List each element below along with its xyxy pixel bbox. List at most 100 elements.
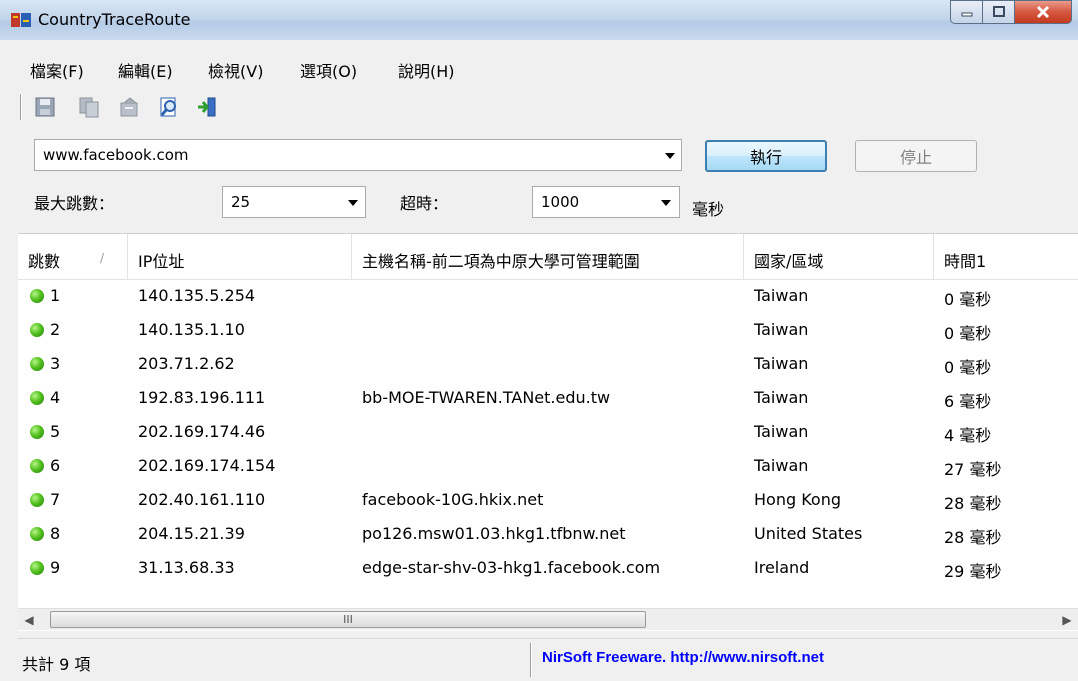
cell-country: Taiwan [754,320,809,339]
status-separator [530,643,532,677]
exit-icon[interactable] [196,96,218,118]
save-icon[interactable] [34,96,56,118]
timeout-combo[interactable]: 1000 [532,186,680,218]
status-ok-icon [30,459,44,473]
item-count: 共計 9 項 [22,655,91,674]
table-row[interactable]: 1 140.135.5.254 Taiwan 0 毫秒 [18,280,1078,314]
cell-hop: 1 [50,286,61,305]
status-ok-icon [30,425,44,439]
cell-ip: 203.71.2.62 [138,354,235,373]
cell-host: facebook-10G.hkix.net [362,490,544,509]
table-row[interactable]: 4 192.83.196.111 bb-MOE-TWAREN.TANet.edu.t… [18,382,1078,416]
cell-country: Ireland [754,558,810,577]
maximize-icon [992,6,1005,17]
table-row[interactable]: 2 140.135.1.10 Taiwan 0 毫秒 [18,314,1078,348]
cell-country: Taiwan [754,388,809,407]
scroll-right-button[interactable]: ▶ [1056,609,1078,631]
app-icon [11,13,31,27]
maximize-button[interactable] [982,0,1014,24]
table-row[interactable]: 8 204.15.21.39 po126.msw01.03.hkg1.tfbnw.n… [18,518,1078,552]
cell-country: Taiwan [754,354,809,373]
chevron-down-icon[interactable] [348,200,358,206]
column-header-hop[interactable]: 跳數 / [18,234,128,280]
cell-country: Taiwan [754,456,809,475]
cell-time1: 6 毫秒 [944,392,992,411]
cell-time1: 4 毫秒 [944,426,992,445]
table-row[interactable]: 9 31.13.68.33 edge-star-shv-03-hkg1.facebo… [18,552,1078,586]
minimize-button[interactable] [950,0,982,24]
results-table[interactable]: 跳數 / IP位址 主機名稱-前二項為中原大學可管理範圍 國家/區域 時間1 1… [18,233,1078,631]
toolbar-grip [20,94,22,120]
status-ok-icon [30,493,44,507]
column-header-time1[interactable]: 時間1 [934,234,1078,280]
menu-edit[interactable]: 編輯(E) [118,58,173,82]
cell-hop: 2 [50,320,61,339]
cell-hop: 7 [50,490,61,509]
target-host-value: www.facebook.com [43,146,189,164]
max-hops-combo[interactable]: 25 [222,186,366,218]
table-row[interactable]: 3 203.71.2.62 Taiwan 0 毫秒 [18,348,1078,382]
cell-hop: 3 [50,354,61,373]
column-country-label: 國家/區域 [754,252,824,271]
status-bar: 共計 9 項 NirSoft Freeware. http://www.nirs… [18,638,1078,681]
column-ip-label: IP位址 [138,252,185,271]
cell-host: bb-MOE-TWAREN.TANet.edu.tw [362,388,611,407]
status-ok-icon [30,391,44,405]
cell-country: Taiwan [754,286,809,305]
cell-time1: 29 毫秒 [944,562,1002,581]
column-header-ip[interactable]: IP位址 [128,234,352,280]
cell-ip: 31.13.68.33 [138,558,235,577]
close-icon [1036,5,1050,19]
cell-country: Taiwan [754,422,809,441]
target-host-combo[interactable]: www.facebook.com [34,139,682,171]
table-row[interactable]: 6 202.169.174.154 Taiwan 27 毫秒 [18,450,1078,484]
chevron-down-icon[interactable] [665,153,675,159]
horizontal-scrollbar[interactable]: ◀ III ▶ [18,608,1078,630]
cell-hop: 8 [50,524,61,543]
properties-icon[interactable] [118,96,140,118]
chevron-left-icon: ◀ [24,613,34,627]
timeout-unit: 毫秒 [692,200,725,219]
column-header-host[interactable]: 主機名稱-前二項為中原大學可管理範圍 [352,234,744,280]
column-header-country[interactable]: 國家/區域 [744,234,934,280]
cell-host: po126.msw01.03.hkg1.tfbnw.net [362,524,626,543]
status-ok-icon [30,289,44,303]
cell-ip: 140.135.5.254 [138,286,256,305]
cell-time1: 0 毫秒 [944,358,992,377]
nirsoft-link[interactable]: NirSoft Freeware. http://www.nirsoft.net [542,649,824,666]
stop-button[interactable]: 停止 [855,140,977,172]
scrollbar-thumb[interactable]: III [50,611,646,628]
cell-time1: 0 毫秒 [944,324,992,343]
toolbar [0,86,1078,126]
max-hops-value: 25 [231,193,251,211]
cell-ip: 202.40.161.110 [138,490,266,509]
window-controls [950,0,1072,26]
sort-indicator-icon: / [100,251,105,265]
copy-icon[interactable] [78,96,100,118]
cell-ip: 202.169.174.46 [138,422,266,441]
menu-file[interactable]: 檔案(F) [30,58,84,82]
cell-hop: 4 [50,388,61,407]
cell-country: United States [754,524,863,543]
chevron-down-icon[interactable] [661,200,671,206]
timeout-value: 1000 [541,193,580,211]
find-icon[interactable] [158,96,180,118]
scrollbar-grip: III [343,613,353,626]
column-host-label: 主機名稱-前二項為中原大學可管理範圍 [362,252,640,271]
cell-hop: 6 [50,456,61,475]
table-row[interactable]: 7 202.40.161.110 facebook-10G.hkix.net Hong… [18,484,1078,518]
window-title: CountryTraceRoute [38,10,191,29]
scroll-left-button[interactable]: ◀ [18,609,40,631]
menu-view[interactable]: 檢視(V) [208,58,263,82]
minimize-icon [961,12,972,17]
cell-ip: 204.15.21.39 [138,524,245,543]
menu-options[interactable]: 選項(O) [300,58,357,82]
menu-help[interactable]: 說明(H) [398,58,455,82]
table-header: 跳數 / IP位址 主機名稱-前二項為中原大學可管理範圍 國家/區域 時間1 [18,234,1078,280]
title-bar[interactable]: CountryTraceRoute [0,0,1078,40]
cell-time1: 28 毫秒 [944,494,1002,513]
status-ok-icon [30,357,44,371]
table-row[interactable]: 5 202.169.174.46 Taiwan 4 毫秒 [18,416,1078,450]
close-button[interactable] [1014,0,1072,24]
run-button[interactable]: 執行 [705,140,827,172]
